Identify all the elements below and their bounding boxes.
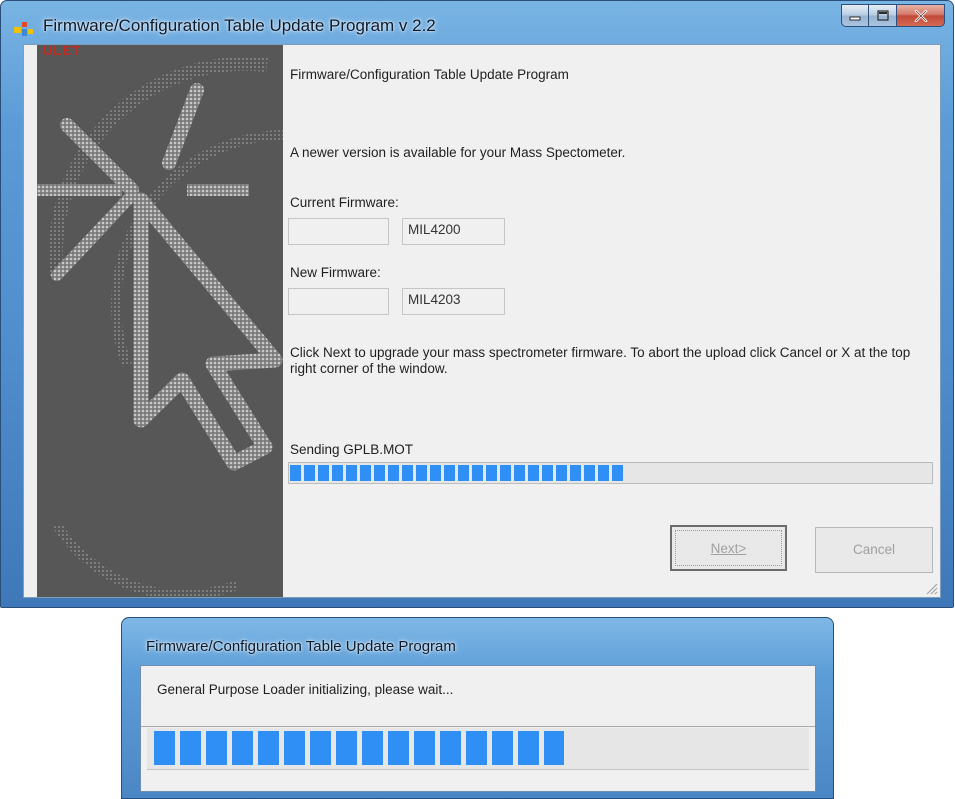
cancel-button[interactable]: Cancel <box>815 527 933 573</box>
cursor-burst-artwork <box>37 56 283 597</box>
wizard-heading: Firmware/Configuration Table Update Prog… <box>290 67 569 82</box>
current-firmware-label: Current Firmware: <box>290 195 399 210</box>
resize-grip-icon[interactable] <box>924 581 938 595</box>
current-firmware-field: MIL4200 <box>402 218 505 245</box>
progress-status-label: Sending GPLB.MOT <box>290 442 414 457</box>
brand-logo-text: ULET <box>43 45 81 58</box>
upload-progress-bar <box>288 462 933 484</box>
caption-buttons <box>841 4 945 28</box>
new-firmware-field: MIL4203 <box>402 288 505 315</box>
new-firmware-label: New Firmware: <box>290 265 381 280</box>
main-window: Firmware/Configuration Table Update Prog… <box>0 0 954 608</box>
dialog-divider <box>141 726 815 727</box>
upload-progress-fill <box>290 465 624 481</box>
current-firmware-blank-field <box>288 218 389 245</box>
app-icon <box>14 22 33 36</box>
dialog-title: Firmware/Configuration Table Update Prog… <box>146 638 456 655</box>
loader-status-message: General Purpose Loader initializing, ple… <box>157 682 454 697</box>
close-icon <box>914 9 927 22</box>
dialog-client-area: General Purpose Loader initializing, ple… <box>140 665 816 792</box>
wizard-content: Firmware/Configuration Table Update Prog… <box>288 45 940 597</box>
close-button[interactable] <box>897 4 945 27</box>
minimize-icon <box>849 16 861 20</box>
loader-progress-fill <box>154 731 564 765</box>
next-button-label: Next> <box>710 541 747 556</box>
branding-side-panel: ULET <box>24 45 283 597</box>
loader-dialog: Firmware/Configuration Table Update Prog… <box>121 617 834 799</box>
next-button[interactable]: Next> <box>670 525 787 571</box>
window-title: Firmware/Configuration Table Update Prog… <box>43 16 436 35</box>
update-available-message: A newer version is available for your Ma… <box>290 145 626 160</box>
wizard-client-area: ULET Firmware/Configuration Table Update… <box>23 44 941 598</box>
maximize-icon <box>876 10 889 21</box>
new-firmware-blank-field <box>288 288 389 315</box>
title-bar[interactable]: Firmware/Configuration Table Update Prog… <box>1 1 953 45</box>
maximize-button[interactable] <box>869 4 897 27</box>
loader-progress-bar <box>147 728 809 770</box>
upgrade-instructions: Click Next to upgrade your mass spectrom… <box>290 345 911 376</box>
minimize-button[interactable] <box>841 4 869 27</box>
